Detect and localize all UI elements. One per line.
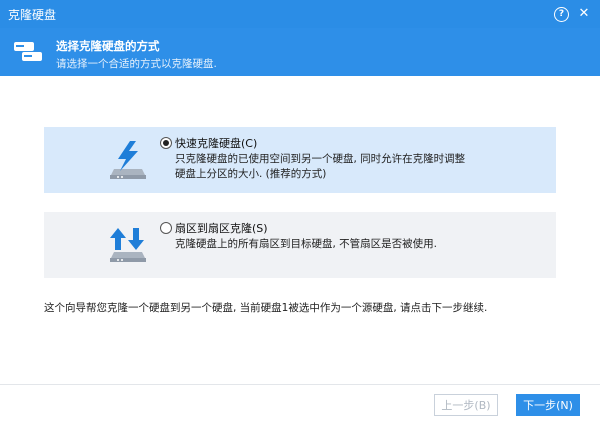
wizard-header: 选择克隆硬盘的方式 请选择一个合适的方式以克隆硬盘.: [0, 28, 600, 76]
option-label: 扇区到扇区克隆(S): [175, 222, 268, 235]
option-description: 只克隆硬盘的已使用空间到另一个硬盘, 同时允许在克隆时调整硬盘上分区的大小. (…: [175, 153, 466, 180]
option-label: 快速克隆硬盘(C): [175, 137, 258, 150]
fast-clone-disk-icon: [110, 141, 146, 179]
next-button[interactable]: 下一步(N): [516, 394, 580, 416]
clone-disks-icon: [14, 42, 42, 61]
header-title: 选择克隆硬盘的方式: [56, 39, 160, 53]
help-icon[interactable]: ?: [554, 7, 569, 22]
header-subtitle: 请选择一个合适的方式以克隆硬盘.: [56, 58, 217, 70]
sector-clone-disk-icon: [110, 228, 146, 262]
close-icon[interactable]: ✕: [576, 6, 592, 22]
window-title: 克隆硬盘: [8, 8, 57, 22]
radio-sector-clone[interactable]: [160, 222, 172, 234]
radio-fast-clone[interactable]: [160, 137, 172, 149]
clone-disk-dialog: 克隆硬盘 ? ✕ 选择克隆硬盘的方式 请选择一个合适的方式以克隆硬盘. 快速克隆…: [0, 0, 600, 428]
option-fast-clone[interactable]: 快速克隆硬盘(C) 只克隆硬盘的已使用空间到另一个硬盘, 同时允许在克隆时调整硬…: [44, 127, 556, 193]
title-bar[interactable]: 克隆硬盘 ? ✕: [0, 0, 600, 28]
option-description: 克隆硬盘上的所有扇区到目标硬盘, 不管扇区是否被使用.: [175, 238, 438, 250]
footer-divider: [0, 384, 600, 385]
wizard-info-text: 这个向导帮您克隆一个硬盘到另一个硬盘, 当前硬盘1被选中作为一个源硬盘, 请点击…: [44, 302, 488, 314]
option-sector-clone[interactable]: 扇区到扇区克隆(S) 克隆硬盘上的所有扇区到目标硬盘, 不管扇区是否被使用.: [44, 212, 556, 278]
previous-button[interactable]: 上一步(B): [434, 394, 498, 416]
